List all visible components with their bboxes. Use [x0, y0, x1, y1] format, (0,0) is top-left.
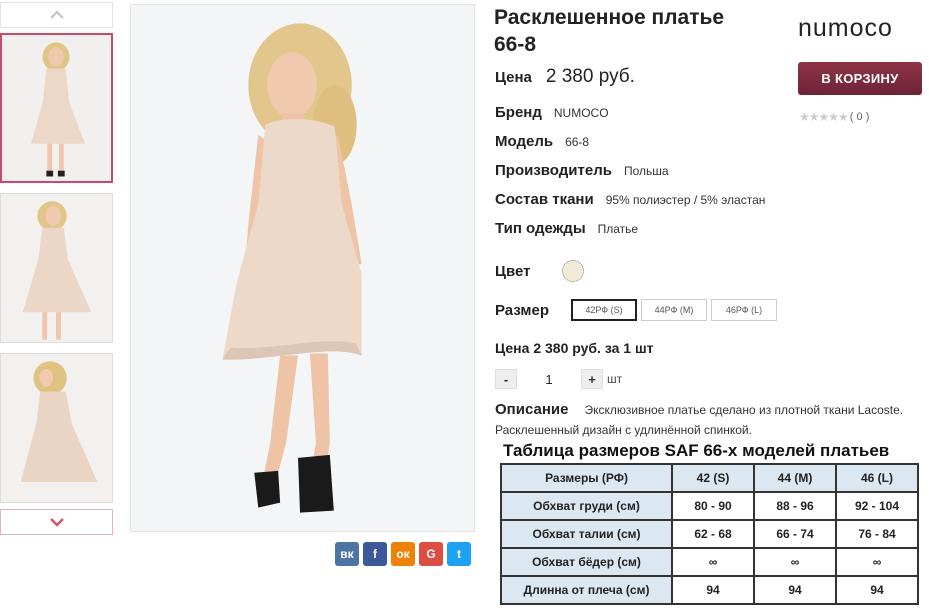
attr-manufacturer: Производитель Польша — [495, 162, 669, 179]
thumbnail-front[interactable] — [0, 33, 113, 183]
attr-label: Бренд — [495, 104, 542, 121]
quantity-plus-button[interactable]: + — [581, 369, 603, 389]
quantity-minus-button[interactable]: - — [495, 369, 517, 389]
table-cell: 62 - 68 — [671, 519, 755, 549]
price-row: Цена 2 380 руб. — [495, 66, 635, 88]
odnoklassniki-icon[interactable]: ок — [391, 542, 415, 566]
table-cell: 80 - 90 — [671, 491, 755, 521]
table-cell: 88 - 96 — [753, 491, 837, 521]
add-to-cart-button[interactable]: В КОРЗИНУ — [798, 62, 922, 95]
product-title-line2: 66-8 — [494, 33, 537, 56]
model-in-dress-photo — [131, 5, 474, 531]
thumbnail-back[interactable] — [0, 353, 113, 503]
table-row: Обхват талии (см) 62 - 68 66 - 74 76 - 8… — [500, 519, 919, 549]
vk-icon[interactable]: вк — [335, 542, 359, 566]
price-value: 2 380 руб. — [545, 66, 635, 87]
table-cell: ∞ — [753, 547, 837, 577]
table-cell: 94 — [835, 575, 919, 605]
table-cell: 94 — [671, 575, 755, 605]
table-row: Обхват груди (см) 80 - 90 88 - 96 92 - 1… — [500, 491, 919, 521]
product-title-line1: Расклешенное платье — [494, 6, 725, 29]
attr-fabric: Состав ткани 95% полиэстер / 5% эластан — [495, 191, 765, 208]
attr-label: Производитель — [495, 162, 612, 179]
thumbnail-side[interactable] — [0, 193, 113, 343]
attr-value: NUMOCO — [553, 106, 609, 120]
dress-back-photo — [1, 354, 112, 502]
table-cell: ∞ — [835, 547, 919, 577]
table-row-label: Обхват бёдер (см) — [500, 547, 673, 577]
table-header-cell: 44 (M) — [753, 463, 837, 493]
product-title: Расклешенное платье 66-8 — [494, 4, 784, 58]
twitter-icon[interactable]: t — [447, 542, 471, 566]
table-header-row: Размеры (РФ) 42 (S) 44 (M) 46 (L) — [500, 463, 919, 493]
thumbnail-scroll-down-button[interactable] — [0, 509, 113, 535]
color-swatch-beige[interactable] — [562, 260, 585, 282]
size-option-44[interactable]: 44РФ (M) — [641, 299, 708, 321]
dress-front-photo — [2, 35, 111, 181]
attr-clothing-type: Тип одежды Платье — [495, 220, 638, 237]
star-rating-icon: ★★★★★ — [799, 110, 849, 124]
thumbnail-scroll-up-button[interactable] — [0, 2, 113, 28]
table-row: Длинна от плеча (см) 94 94 94 — [500, 575, 919, 605]
size-option-46[interactable]: 46РФ (L) — [711, 299, 778, 321]
attr-label: Тип одежды — [495, 220, 586, 237]
table-cell: 76 - 84 — [835, 519, 919, 549]
chevron-up-icon — [49, 10, 64, 19]
table-cell: ∞ — [671, 547, 755, 577]
price-label: Цена — [495, 69, 532, 86]
table-cell: 94 — [753, 575, 837, 605]
size-row: Размер 42РФ (S) 44РФ (M) 46РФ (L) — [495, 299, 778, 321]
table-cell: 66 - 74 — [753, 519, 837, 549]
rating[interactable]: ★★★★★ ( 0 ) — [799, 110, 869, 124]
size-options: 42РФ (S) 44РФ (M) 46РФ (L) — [571, 299, 778, 321]
attr-value: 95% полиэстер / 5% эластан — [605, 193, 766, 207]
table-header-cell: 42 (S) — [671, 463, 755, 493]
dress-side-photo — [1, 194, 112, 342]
quantity-stepper: - 1 + шт — [495, 369, 622, 389]
table-header-cell: 46 (L) — [835, 463, 919, 493]
quantity-unit: шт — [607, 372, 623, 386]
attr-label: Состав ткани — [495, 191, 594, 208]
brand-logo[interactable]: numoco — [798, 14, 893, 43]
rating-count: ( 0 ) — [849, 111, 870, 123]
size-table: Размеры (РФ) 42 (S) 44 (M) 46 (L) Обхват… — [500, 463, 919, 605]
table-row-label: Обхват груди (см) — [500, 491, 673, 521]
table-cell: 92 - 104 — [835, 491, 919, 521]
attr-value: Платье — [597, 222, 639, 236]
attr-model: Модель 66-8 — [495, 133, 589, 150]
description-label: Описание — [495, 401, 569, 418]
google-plus-icon[interactable]: G — [419, 542, 443, 566]
size-option-42[interactable]: 42РФ (S) — [571, 299, 638, 321]
color-label: Цвет — [495, 262, 531, 280]
table-row-label: Длинна от плеча (см) — [500, 575, 673, 605]
size-label: Размер — [495, 301, 550, 319]
color-row: Цвет — [495, 260, 585, 282]
table-header-cell: Размеры (РФ) — [500, 463, 673, 493]
description: Описание Эксклюзивное платье сделано из п… — [495, 400, 915, 440]
price-per-unit: Цена 2 380 руб. за 1 шт — [495, 340, 654, 356]
social-share-bar: вк f ок G t — [335, 542, 471, 566]
table-row: Обхват бёдер (см) ∞ ∞ ∞ — [500, 547, 919, 577]
main-product-image[interactable] — [130, 4, 475, 532]
thumbnail-carousel — [0, 0, 114, 535]
table-row-label: Обхват талии (см) — [500, 519, 673, 549]
attr-label: Модель — [495, 133, 554, 150]
facebook-icon[interactable]: f — [363, 542, 387, 566]
attr-value: 66-8 — [565, 135, 590, 149]
chevron-down-icon — [49, 518, 64, 527]
size-table-title: Таблица размеров SAF 66-х моделей платье… — [503, 441, 890, 460]
quantity-input[interactable]: 1 — [517, 372, 581, 387]
attr-brand: Бренд NUMOCO — [495, 104, 609, 121]
attr-value: Польша — [623, 164, 669, 178]
